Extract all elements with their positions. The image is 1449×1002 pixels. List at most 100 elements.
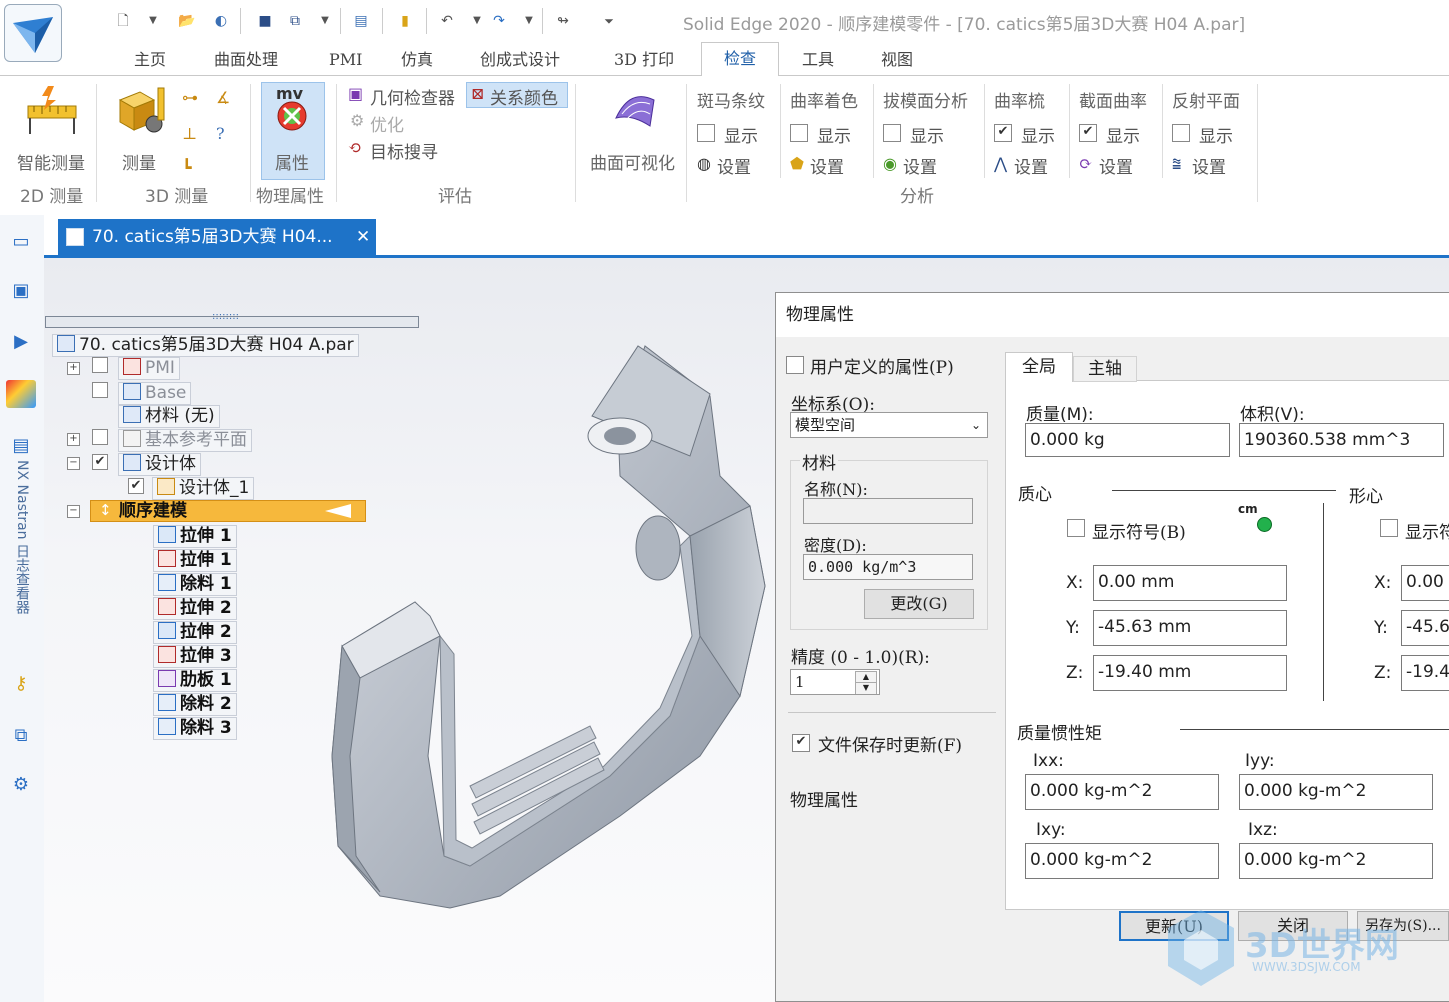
tree-feature-item[interactable]: 拉伸 3 — [153, 645, 237, 668]
measure-angle-icon[interactable]: ∡ — [216, 88, 230, 107]
zebra-stripes-settings-button[interactable]: 设置 — [717, 153, 751, 178]
reflective-plane-settings-button[interactable]: 设置 — [1192, 153, 1226, 178]
centroid-z-field[interactable]: -19.4 — [1401, 655, 1449, 691]
nastran-log-icon[interactable]: ▤ — [6, 432, 36, 460]
tree-feature-item[interactable]: 肋板 1 — [153, 669, 237, 692]
section-curvature-show-checkbox[interactable]: ✔ — [1079, 124, 1097, 142]
show-symbol-centroid-checkbox[interactable] — [1380, 519, 1398, 537]
design-body-1-checkbox[interactable]: ✔ — [128, 478, 144, 494]
geometry-checker-button[interactable]: 几何检查器 — [370, 84, 455, 109]
tree-item-base[interactable]: Base — [118, 382, 192, 405]
tree-feature-item[interactable]: 除料 3 — [153, 717, 237, 740]
tab-tools[interactable]: 工具 — [802, 47, 834, 73]
save-icon[interactable]: ■ — [254, 10, 276, 32]
measure-help-icon[interactable]: ? — [216, 124, 225, 143]
tab-inspect[interactable]: 检查 — [701, 42, 779, 76]
design-body-checkbox[interactable]: ✔ — [92, 454, 108, 470]
section-curvature-settings-button[interactable]: 设置 — [1099, 153, 1133, 178]
ixy-field[interactable]: 0.000 kg-m^2 — [1025, 843, 1219, 879]
target-search-button[interactable]: 目标搜寻 — [370, 138, 438, 163]
feature-library-icon[interactable]: ▶ — [6, 328, 36, 356]
tree-feature-item[interactable]: 除料 2 — [153, 693, 237, 716]
measure-min-distance-icon[interactable]: ┗ — [182, 158, 192, 177]
tab-global[interactable]: 全局 — [1005, 352, 1073, 382]
chevron-down-icon[interactable]: ▼ — [314, 10, 336, 32]
smart-measure-icon[interactable] — [24, 84, 80, 140]
smart-measure-label[interactable]: 智能测量 — [17, 149, 85, 174]
curvature-shading-settings-button[interactable]: 设置 — [810, 153, 844, 178]
measure-distance-icon[interactable]: ⊶ — [182, 88, 198, 107]
curvature-comb-show-checkbox[interactable]: ✔ — [994, 124, 1012, 142]
pathfinder-header[interactable]: :::::::: — [45, 311, 419, 328]
curvature-shading-show-checkbox[interactable] — [790, 124, 808, 142]
redo-icon[interactable]: ↷ — [488, 10, 510, 32]
expand-icon[interactable]: + — [67, 433, 80, 446]
open-file-icon[interactable]: 📂 — [176, 10, 198, 32]
close-icon[interactable]: ✕ — [356, 219, 370, 255]
pmi-checkbox[interactable] — [92, 357, 108, 373]
save-all-icon[interactable]: ⧉ — [284, 10, 306, 32]
reflective-plane-show-checkbox[interactable] — [1172, 124, 1190, 142]
expand-icon[interactable]: + — [67, 362, 80, 375]
tree-item-pmi[interactable]: PMI — [118, 357, 180, 380]
material-name-field[interactable] — [803, 498, 973, 524]
update-on-save-checkbox[interactable]: ✔ — [792, 734, 810, 752]
chevron-down-icon[interactable]: ▼ — [518, 10, 540, 32]
tab-home[interactable]: 主页 — [134, 47, 166, 73]
chevron-down-icon[interactable]: ▼ — [142, 10, 164, 32]
color-manager-icon[interactable] — [6, 380, 36, 408]
curvature-comb-settings-button[interactable]: 设置 — [1014, 153, 1048, 178]
user-defined-checkbox[interactable] — [786, 356, 804, 374]
ixz-field[interactable]: 0.000 kg-m^2 — [1239, 843, 1433, 879]
precision-field[interactable]: 1 ▲ ▼ — [790, 669, 880, 695]
tree-feature-item[interactable]: 除料 1 — [153, 573, 237, 596]
app-logo-button[interactable] — [4, 4, 62, 62]
tab-principal-axes[interactable]: 主轴 — [1073, 356, 1137, 382]
assembly-icon[interactable]: ⧉ — [6, 722, 36, 750]
measure-3d-label[interactable]: 测量 — [122, 149, 156, 174]
tree-feature-item[interactable]: 拉伸 2 — [153, 597, 237, 620]
tree-item-design-body[interactable]: 设计体 — [118, 453, 201, 476]
tab-pmi[interactable]: PMI — [329, 47, 362, 73]
tab-view[interactable]: 视图 — [881, 47, 913, 73]
com-z-field[interactable]: -19.40 mm — [1093, 655, 1287, 691]
ixx-field[interactable]: 0.000 kg-m^2 — [1025, 774, 1219, 810]
chevron-down-icon[interactable]: ▼ — [466, 10, 488, 32]
spin-down-icon[interactable]: ▼ — [855, 682, 877, 694]
draft-face-analysis-show-checkbox[interactable] — [883, 124, 901, 142]
customize-toolbar-icon[interactable]: ⏷ — [598, 10, 620, 32]
tree-item-sequential-modeling[interactable]: ↕ 顺序建模 — [90, 500, 366, 522]
repeat-command-icon[interactable]: ↬ — [552, 10, 574, 32]
undo-icon[interactable]: ↶ — [436, 10, 458, 32]
layers-icon[interactable]: ▣ — [6, 277, 36, 305]
density-field[interactable]: 0.000 kg/m^3 — [803, 554, 973, 580]
tree-feature-item[interactable]: 拉伸 1 — [153, 525, 237, 548]
tree-item-material[interactable]: 材料 (无) — [118, 405, 220, 428]
volume-field[interactable]: 190360.538 mm^3 — [1239, 423, 1444, 457]
centroid-y-field[interactable]: -45.6 — [1401, 610, 1449, 646]
change-material-button[interactable]: 更改(G) — [864, 589, 974, 619]
show-symbol-checkbox[interactable] — [1067, 519, 1085, 537]
tab-3d-print[interactable]: 3D 打印 — [614, 47, 674, 73]
key-icon[interactable]: ⚷ — [6, 670, 36, 698]
draft-face-analysis-settings-button[interactable]: 设置 — [903, 153, 937, 178]
com-x-field[interactable]: 0.00 mm — [1093, 565, 1287, 601]
settings-gear-icon[interactable]: ⚙ — [6, 771, 36, 799]
file-icon[interactable]: ▮ — [394, 10, 416, 32]
tab-simulation[interactable]: 仿真 — [401, 47, 433, 73]
properties-icon[interactable]: ▤ — [350, 10, 372, 32]
pathfinder-icon[interactable]: ▭ — [6, 228, 36, 256]
tree-root[interactable]: 70. catics第5届3D大赛 H04 A.par — [52, 334, 359, 357]
centroid-x-field[interactable]: 0.00 — [1401, 565, 1449, 601]
pathfinder-grip[interactable]: :::::::: — [212, 311, 239, 322]
tree-feature-item[interactable]: 拉伸 2 — [153, 621, 237, 644]
tree-feature-item[interactable]: 拉伸 1 — [153, 549, 237, 572]
coord-system-select[interactable]: 模型空间 ⌄ — [790, 412, 988, 438]
optimize-button[interactable]: 优化 — [370, 111, 404, 136]
document-tab[interactable]: 70. catics第5届3D大赛 H04... ✕ — [58, 219, 376, 255]
nx-nastran-log-viewer-tab[interactable]: NX Nastran 日志查看器 — [10, 460, 32, 614]
tree-item-reference-planes[interactable]: 基本参考平面 — [118, 429, 252, 452]
rollback-bar-arrow-icon[interactable] — [325, 504, 351, 518]
part-3d-model[interactable] — [320, 336, 780, 916]
base-checkbox[interactable] — [92, 382, 108, 398]
